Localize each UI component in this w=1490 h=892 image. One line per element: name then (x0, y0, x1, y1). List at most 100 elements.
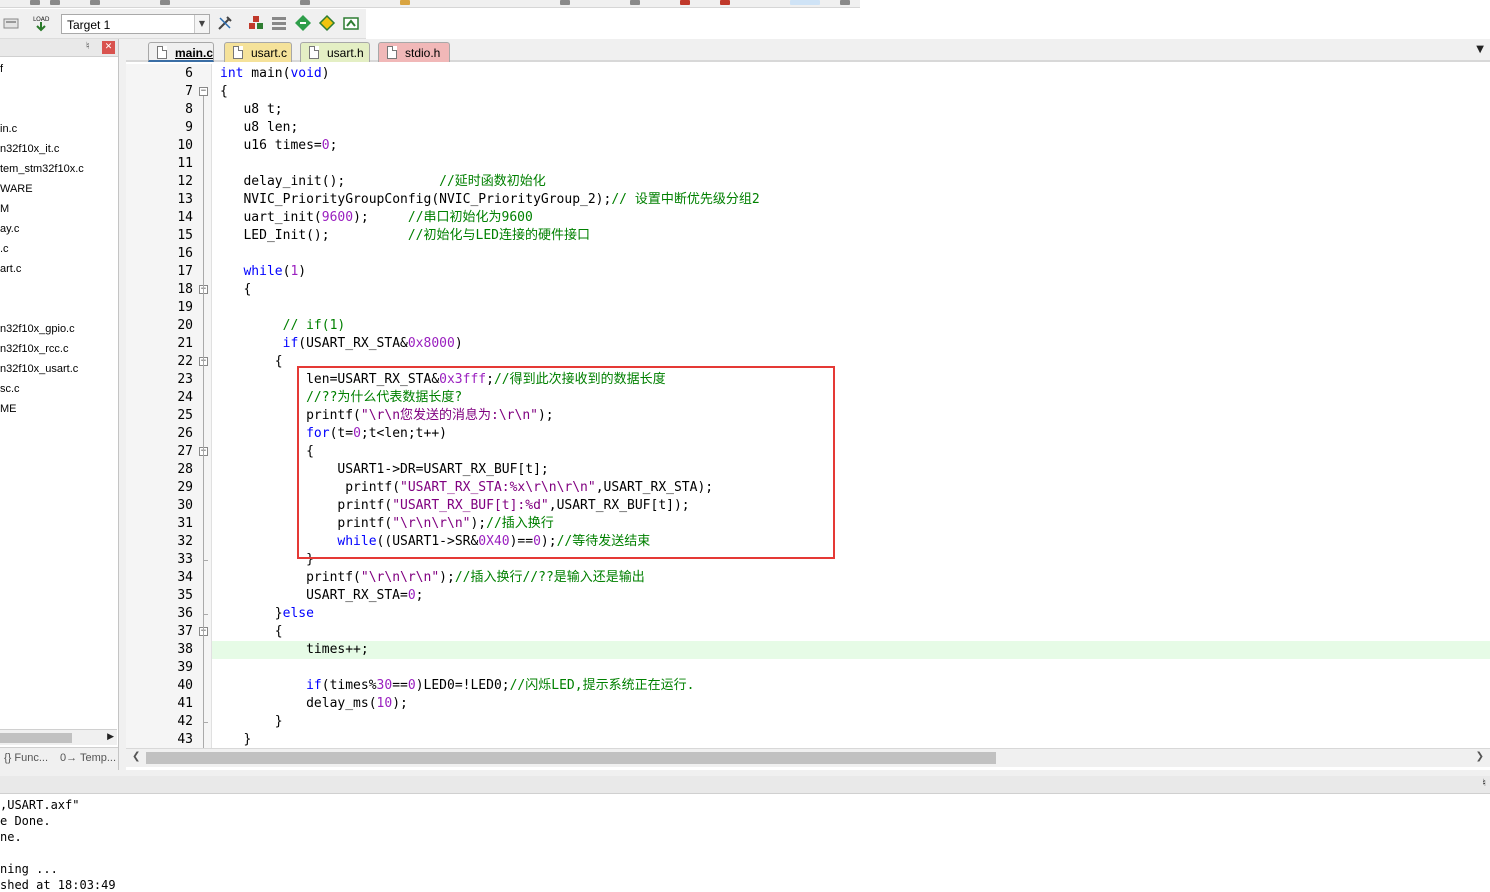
toolbar-icon[interactable] (790, 0, 820, 5)
code-line[interactable]: for(t=0;t<len;t++) (220, 425, 447, 443)
file-extensions-icon[interactable] (270, 14, 288, 32)
toolbar-icon[interactable] (30, 0, 40, 5)
code-line[interactable]: printf("\r\n您发送的消息为:\r\n"); (220, 407, 554, 425)
tree-item[interactable]: art.c (0, 263, 21, 275)
code-line[interactable]: printf("\r\n\r\n");//插入换行 (220, 515, 553, 533)
line-number: 22 (177, 354, 193, 369)
project-panel-scrollbar[interactable]: ▶ (0, 729, 117, 745)
tab-usart-h[interactable]: usart.h (300, 42, 370, 62)
toolbar-icon[interactable] (300, 0, 310, 5)
toolbar-icon[interactable] (680, 0, 690, 5)
pin-icon[interactable]: ♮ (86, 41, 90, 52)
load-icon[interactable]: LOAD (32, 14, 50, 32)
code-line[interactable]: USART_RX_STA=0; (220, 587, 423, 605)
tree-item[interactable]: sc.c (0, 383, 20, 395)
toolbar-icon[interactable] (560, 0, 570, 5)
code-line[interactable]: len=USART_RX_STA&0x3fff;//得到此次接收到的数据长度 (220, 371, 666, 389)
run-time-environment-icon[interactable] (342, 14, 360, 32)
code-line[interactable]: if(times%30==0)LED0=!LED0;//闪烁LED,提示系统正在… (220, 677, 694, 695)
close-icon[interactable]: ✕ (102, 41, 115, 54)
code-line[interactable]: }else (220, 605, 314, 623)
fold-toggle-icon[interactable]: − (199, 87, 208, 96)
code-line[interactable]: u8 t; (220, 101, 282, 119)
code-line[interactable]: { (220, 83, 228, 101)
code-line[interactable]: delay_ms(10); (220, 695, 408, 713)
translate-icon[interactable] (2, 14, 20, 32)
scroll-right-icon[interactable]: ▶ (107, 732, 114, 742)
code-line[interactable]: uart_init(9600); //串口初始化为9600 (220, 209, 533, 227)
code-line[interactable]: NVIC_PriorityGroupConfig(NVIC_PriorityGr… (220, 191, 759, 209)
tree-item[interactable]: ay.c (0, 223, 19, 235)
tree-item[interactable]: in.c (0, 123, 17, 135)
scrollbar-thumb[interactable] (0, 733, 72, 743)
code-token: (USART_RX_STA& (298, 336, 408, 351)
tab-functions[interactable]: {} Func... (4, 752, 48, 764)
tree-item[interactable]: n32f10x_usart.c (0, 363, 78, 375)
options-for-target-icon[interactable] (216, 14, 234, 32)
code-line[interactable]: // if(1) (220, 317, 346, 335)
pin-icon[interactable]: ♮ (1482, 778, 1486, 789)
fold-guide (203, 96, 204, 748)
tree-item[interactable]: .c (0, 243, 9, 255)
code-line[interactable]: { (220, 353, 283, 371)
code-line[interactable]: } (220, 551, 314, 569)
code-line[interactable]: //??为什么代表数据长度? (220, 389, 462, 407)
code-line[interactable]: printf("USART_RX_BUF[t]:%d",USART_RX_BUF… (220, 497, 689, 515)
code-line[interactable]: u8 len; (220, 119, 298, 137)
code-line[interactable]: { (220, 281, 251, 299)
code-number: 0 (353, 426, 361, 441)
code-line[interactable]: while((USART1->SR&0X40)==0);//等待发送结束 (220, 533, 650, 551)
code-line[interactable]: u16 times=0; (220, 137, 337, 155)
code-line[interactable]: if(USART_RX_STA&0x8000) (220, 335, 463, 353)
panel-splitter[interactable] (119, 39, 126, 770)
tree-item[interactable]: f (0, 63, 3, 75)
tree-item[interactable]: ME (0, 403, 17, 415)
tree-item[interactable]: n32f10x_rcc.c (0, 343, 68, 355)
toolbar-icon[interactable] (400, 0, 410, 5)
chevron-down-icon[interactable]: ▼ (194, 15, 209, 33)
code-line[interactable]: int main(void) (220, 65, 330, 83)
toolbar-icon[interactable] (160, 0, 170, 5)
tree-item[interactable]: M (0, 203, 9, 215)
scrollbar-thumb[interactable] (146, 752, 996, 764)
scroll-right-icon[interactable]: ❯ (1476, 751, 1484, 762)
toolbar-icon[interactable] (630, 0, 640, 5)
code-line[interactable]: printf("USART_RX_STA:%x\r\n\r\n",USART_R… (220, 479, 713, 497)
code-area[interactable]: int main(void){ u8 t; u8 len; u16 times=… (220, 64, 1490, 748)
code-comment: //串口初始化为9600 (407, 210, 533, 225)
tab-templates[interactable]: 0→ Temp... (60, 752, 116, 764)
tab-main-c[interactable]: main.c (148, 42, 214, 62)
scroll-left-icon[interactable]: ❮ (132, 751, 140, 762)
code-string: "USART_RX_STA:%x\r\n\r\n" (400, 480, 596, 495)
tab-stdio-h[interactable]: stdio.h (378, 42, 450, 62)
code-line[interactable]: { (220, 623, 283, 641)
code-line[interactable]: times++; (220, 641, 369, 659)
code-line[interactable]: } (220, 731, 251, 748)
select-packs-icon[interactable] (318, 14, 336, 32)
code-line[interactable]: while(1) (220, 263, 306, 281)
tree-item[interactable]: tem_stm32f10x.c (0, 163, 84, 175)
tree-item[interactable]: WARE (0, 183, 33, 195)
code-editor[interactable]: 6 7 8 9 10 11 12 13 14 15 16 17 18 19 20 21 22 23 24 25 26 27… (126, 64, 1490, 748)
editor-horizontal-scrollbar[interactable]: ❮ ❯ (126, 748, 1490, 767)
pack-installer-icon[interactable] (294, 14, 312, 32)
code-token: } (243, 732, 252, 747)
toolbar-icon[interactable] (720, 0, 730, 5)
tab-usart-c[interactable]: usart.c (224, 42, 292, 62)
toolbar-icon[interactable] (50, 0, 60, 5)
tab-list-dropdown-icon[interactable]: ▼ (1476, 44, 1484, 55)
code-line[interactable]: printf("\r\n\r\n");//插入换行//??是输入还是输出 (220, 569, 645, 587)
code-line[interactable]: USART1->DR=USART_RX_BUF[t]; (220, 461, 548, 479)
toolbar-icon[interactable] (840, 0, 850, 5)
code-line[interactable]: delay_init(); //延时函数初始化 (220, 173, 545, 191)
code-line[interactable]: } (220, 713, 283, 731)
target-select[interactable]: Target 1 ▼ (61, 14, 210, 34)
code-line[interactable]: { (220, 443, 314, 461)
code-line[interactable]: LED_Init(); //初始化与LED连接的硬件接口 (220, 227, 590, 245)
toolbar-icon[interactable] (90, 0, 100, 5)
manage-components-icon[interactable] (247, 14, 265, 32)
tree-item[interactable]: n32f10x_gpio.c (0, 323, 75, 335)
tree-item[interactable]: n32f10x_it.c (0, 143, 59, 155)
